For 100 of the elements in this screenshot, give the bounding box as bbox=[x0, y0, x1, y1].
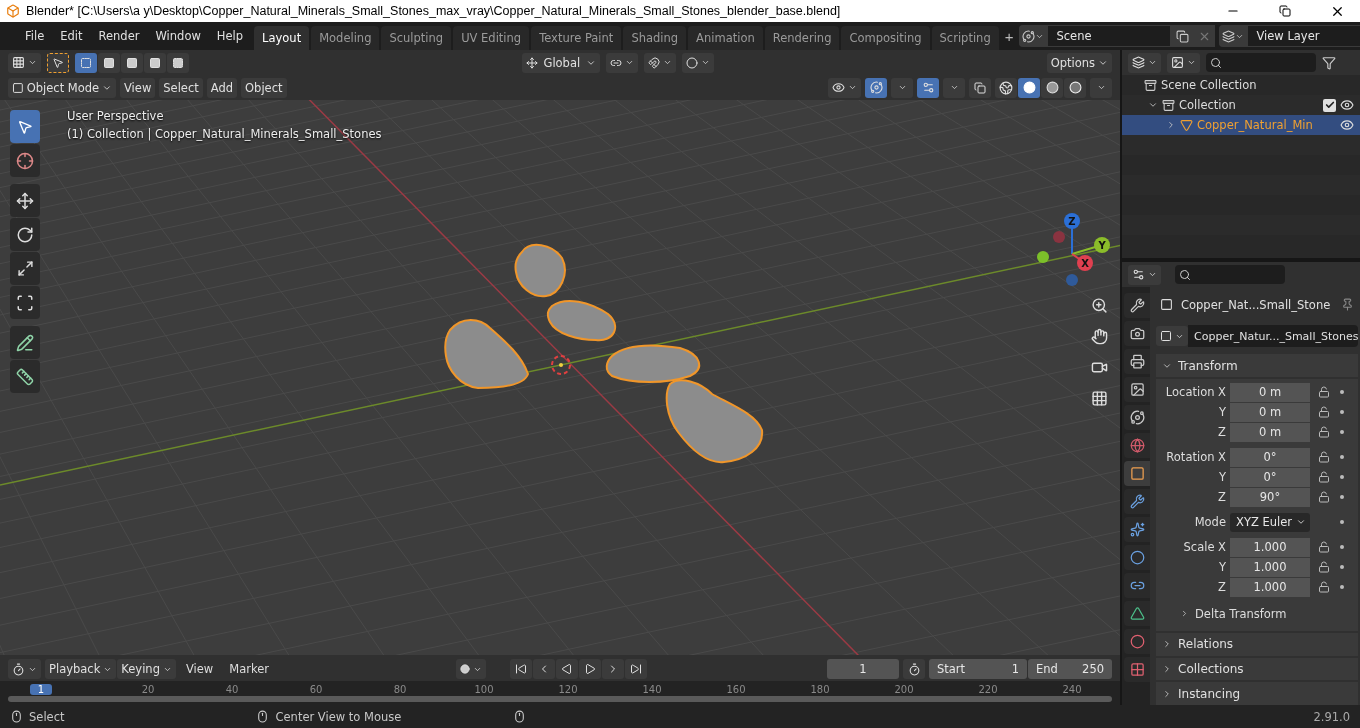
mode-dropdown[interactable]: Object Mode bbox=[8, 77, 116, 98]
editor-type-button[interactable] bbox=[1128, 264, 1161, 285]
keyframe-dot-icon[interactable] bbox=[1340, 495, 1344, 500]
menu-item[interactable]: Help bbox=[209, 26, 251, 46]
tool-button[interactable] bbox=[10, 252, 40, 285]
pin-icon[interactable] bbox=[1341, 298, 1355, 312]
search-field[interactable] bbox=[1206, 53, 1316, 72]
add-workspace-button[interactable]: + bbox=[1000, 27, 1018, 45]
pivot-dropdown[interactable] bbox=[605, 52, 638, 73]
keyframe-dot-icon[interactable] bbox=[1340, 475, 1344, 480]
value-field[interactable]: 0° bbox=[1230, 467, 1310, 487]
prev-keyframe-button[interactable] bbox=[532, 659, 555, 679]
unlock-icon[interactable] bbox=[1318, 541, 1330, 554]
options-dropdown[interactable]: Options bbox=[1046, 52, 1112, 73]
editor-type-button[interactable] bbox=[8, 659, 41, 679]
properties-tab[interactable] bbox=[1124, 349, 1150, 374]
properties-tab[interactable] bbox=[1124, 517, 1150, 542]
keyframe-dot-icon[interactable] bbox=[1340, 565, 1344, 570]
panel-header[interactable]: Instancing bbox=[1156, 682, 1359, 706]
scrollbar[interactable] bbox=[8, 696, 1112, 702]
properties-tab[interactable] bbox=[1124, 433, 1150, 458]
tool-button[interactable] bbox=[10, 184, 40, 217]
jump-start-button[interactable] bbox=[509, 659, 532, 679]
menu-item[interactable]: Window bbox=[148, 26, 208, 46]
playback-dropdown[interactable]: Playback bbox=[45, 659, 117, 679]
preview-range-button[interactable] bbox=[903, 659, 925, 679]
unlock-icon[interactable] bbox=[1318, 471, 1330, 484]
selection-mode-button[interactable] bbox=[121, 52, 143, 73]
close-button[interactable] bbox=[1193, 25, 1216, 47]
tool-button[interactable] bbox=[10, 360, 40, 393]
shading-mode-button[interactable] bbox=[1064, 77, 1086, 98]
unlock-icon[interactable] bbox=[1318, 386, 1330, 399]
workspace-tab[interactable]: Modeling bbox=[311, 26, 380, 50]
object-name-field[interactable]: Copper_Natur..._Small_Stones bbox=[1188, 325, 1359, 348]
viewport-menu[interactable]: Add bbox=[206, 77, 238, 98]
properties-tab[interactable] bbox=[1124, 601, 1150, 626]
properties-tab[interactable] bbox=[1124, 321, 1150, 346]
viewport-menu[interactable]: Select bbox=[159, 77, 203, 98]
eye-icon[interactable] bbox=[1340, 118, 1355, 132]
next-keyframe-button[interactable] bbox=[601, 659, 624, 679]
value-field[interactable]: 1.000 bbox=[1230, 537, 1310, 557]
tool-button[interactable] bbox=[10, 326, 40, 359]
object-browse-button[interactable] bbox=[1156, 326, 1188, 347]
negative-axis-handle[interactable] bbox=[1066, 274, 1078, 286]
value-field[interactable]: 0° bbox=[1230, 447, 1310, 467]
keyframe-dot-icon[interactable] bbox=[1340, 455, 1344, 460]
duplicate-button[interactable] bbox=[1171, 25, 1194, 47]
properties-tab[interactable] bbox=[1124, 573, 1150, 598]
keyframe-dot-icon[interactable] bbox=[1340, 585, 1344, 590]
unlock-icon[interactable] bbox=[1318, 581, 1330, 594]
start-frame-field[interactable]: Start 1 bbox=[929, 659, 1027, 679]
workspace-tab[interactable]: Scripting bbox=[931, 26, 999, 50]
eye-icon[interactable] bbox=[1340, 98, 1355, 112]
view-layer-type-button[interactable] bbox=[1219, 25, 1248, 47]
value-field[interactable]: 1.000 bbox=[1230, 557, 1310, 577]
unlock-icon[interactable] bbox=[1318, 561, 1330, 574]
tool-button[interactable] bbox=[47, 52, 69, 73]
gizmo-toggle[interactable] bbox=[865, 77, 887, 98]
properties-tab[interactable] bbox=[1124, 293, 1150, 318]
orientation-dropdown[interactable]: Global bbox=[521, 52, 600, 73]
viewport-menu[interactable]: View bbox=[120, 77, 156, 98]
viewport-menu[interactable]: Object bbox=[241, 77, 287, 98]
negative-axis-handle[interactable] bbox=[1037, 251, 1049, 263]
scene-type-button[interactable] bbox=[1019, 25, 1048, 47]
value-field[interactable]: 0 m bbox=[1230, 402, 1310, 422]
xray-toggle[interactable] bbox=[969, 77, 991, 98]
panel-header[interactable]: Relations bbox=[1156, 632, 1359, 656]
tool-button[interactable] bbox=[10, 218, 40, 251]
value-field[interactable]: 0 m bbox=[1230, 422, 1310, 442]
keyframe-dot-icon[interactable] bbox=[1340, 545, 1344, 550]
snap-button[interactable] bbox=[643, 52, 676, 73]
properties-tab[interactable] bbox=[1124, 629, 1150, 654]
panel-header[interactable]: Collections bbox=[1156, 657, 1359, 681]
axis-handle[interactable]: Z bbox=[1064, 213, 1080, 255]
value-field[interactable]: 1.000 bbox=[1230, 577, 1310, 597]
shading-mode-button[interactable] bbox=[995, 77, 1017, 98]
shading-mode-button[interactable] bbox=[1018, 77, 1040, 98]
menu-item[interactable]: File bbox=[18, 26, 52, 46]
properties-tab[interactable] bbox=[1124, 377, 1150, 402]
filter-icon[interactable] bbox=[1322, 55, 1336, 70]
panel-header[interactable]: Transform bbox=[1156, 354, 1359, 377]
keyframe-dot-icon[interactable] bbox=[1340, 520, 1344, 525]
current-frame-field[interactable]: 1 bbox=[827, 659, 899, 679]
tool-button[interactable] bbox=[10, 144, 40, 177]
unlock-icon[interactable] bbox=[1318, 406, 1330, 419]
properties-tab[interactable] bbox=[1124, 405, 1150, 430]
properties-tab[interactable] bbox=[1124, 545, 1150, 570]
workspace-tab[interactable]: Layout bbox=[254, 26, 310, 50]
keying-dropdown[interactable]: Keying bbox=[117, 659, 176, 679]
workspace-tab[interactable]: Animation bbox=[688, 26, 763, 50]
outliner-row[interactable]: Copper_Natural_Min bbox=[1122, 115, 1360, 135]
selection-mode-button[interactable] bbox=[167, 52, 189, 73]
tool-button[interactable] bbox=[10, 110, 40, 143]
view-layer-field[interactable]: View Layer bbox=[1247, 25, 1360, 47]
display-mode-button[interactable] bbox=[1167, 52, 1200, 73]
proportional-edit-button[interactable] bbox=[681, 52, 714, 73]
search-field[interactable] bbox=[1175, 265, 1285, 284]
workspace-tab[interactable]: Sculpting bbox=[381, 26, 452, 50]
keyframe-dot-icon[interactable] bbox=[1340, 430, 1344, 435]
workspace-tab[interactable]: Shading bbox=[623, 26, 687, 50]
